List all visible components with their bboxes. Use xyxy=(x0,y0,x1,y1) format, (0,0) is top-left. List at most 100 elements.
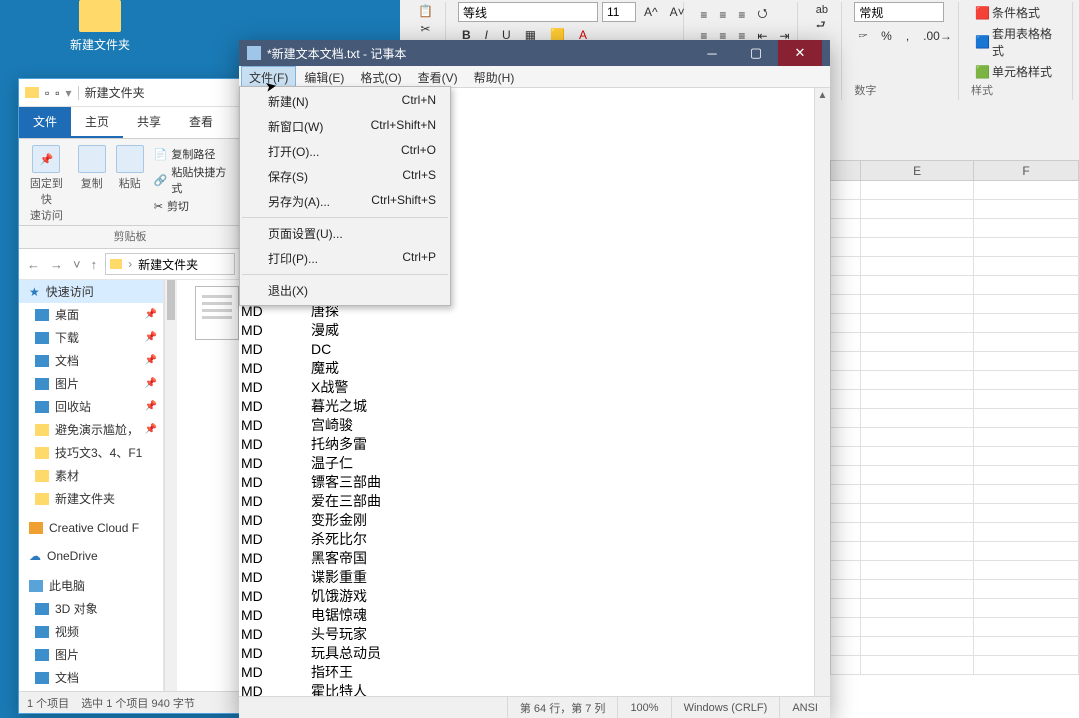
nav-documents[interactable]: 文档📌 xyxy=(19,349,163,372)
menu-item[interactable]: 打开(O)...Ctrl+O xyxy=(240,139,450,164)
paste-button[interactable]: 📋 xyxy=(414,2,437,20)
folder-icon xyxy=(35,424,49,436)
conditional-format-button[interactable]: 🟥 条件格式 xyxy=(971,2,1044,23)
nav-folder[interactable]: 新建文件夹 xyxy=(19,487,163,510)
scissors-icon: ✂ xyxy=(154,200,163,213)
align-top-icon[interactable]: ≡ xyxy=(696,2,711,27)
copy-path-button[interactable]: 📄复制路径 xyxy=(154,145,235,163)
increase-font-icon[interactable]: A^ xyxy=(640,2,662,22)
notepad-icon xyxy=(247,46,261,60)
minimize-button[interactable]: ─ xyxy=(690,40,734,66)
back-button[interactable]: ← xyxy=(25,257,42,272)
folder-icon xyxy=(35,447,49,459)
nav-documents2[interactable]: 文档 xyxy=(19,666,163,689)
text-line: MD霍比特人 xyxy=(241,682,812,696)
percent-icon[interactable]: % xyxy=(877,26,896,45)
tab-share[interactable]: 共享 xyxy=(123,107,175,138)
menu-help[interactable]: 帮助(H) xyxy=(466,66,523,87)
pin-button[interactable]: 📌 固定到快 速访问 xyxy=(25,145,68,223)
nav-downloads[interactable]: 下载📌 xyxy=(19,326,163,349)
qat-icon[interactable]: ▫ xyxy=(55,86,59,100)
tab-file[interactable]: 文件 xyxy=(19,107,71,138)
quick-access[interactable]: ★快速访问 xyxy=(19,280,163,303)
nav-3d[interactable]: 3D 对象 xyxy=(19,597,163,620)
file-item[interactable] xyxy=(195,286,239,344)
orientation-icon[interactable]: ⭯ xyxy=(753,2,771,27)
number-format-select[interactable] xyxy=(854,2,944,22)
nav-folder[interactable]: 避免演示尴尬，📌 xyxy=(19,418,163,441)
col-header[interactable]: E xyxy=(861,161,974,181)
up-button[interactable]: ↑ xyxy=(89,257,100,272)
text-line: MD宫崎骏 xyxy=(241,416,812,435)
notepad-window: *新建文本文档.txt - 记事本 ─ ▢ ✕ 文件(F) 编辑(E) 格式(O… xyxy=(239,40,830,718)
menu-item[interactable]: 保存(S)Ctrl+S xyxy=(240,164,450,189)
cut-icon[interactable]: ✂ xyxy=(416,20,434,38)
history-dropdown[interactable]: ˅ xyxy=(71,257,83,272)
desktop-folder[interactable]: 新建文件夹 xyxy=(60,0,140,53)
notepad-title: *新建文本文档.txt - 记事本 xyxy=(267,45,406,62)
align-bot-icon[interactable]: ≡ xyxy=(734,2,749,27)
paste-button[interactable]: 粘贴 xyxy=(116,145,144,223)
menu-view[interactable]: 查看(V) xyxy=(410,66,466,87)
nav-folder[interactable]: 技巧文3、4、F1 xyxy=(19,441,163,464)
align-mid-icon[interactable]: ≡ xyxy=(715,2,730,27)
font-size-select[interactable] xyxy=(602,2,636,22)
menu-edit[interactable]: 编辑(E) xyxy=(296,66,352,87)
nav-onedrive[interactable]: ☁OneDrive xyxy=(19,546,163,566)
font-name-select[interactable] xyxy=(458,2,598,22)
inc-decimal-icon[interactable]: .00→ xyxy=(919,26,956,45)
copy-button[interactable]: 复制 xyxy=(78,145,106,223)
nav-scrollbar[interactable] xyxy=(164,280,177,710)
nav-folder[interactable]: 素材 xyxy=(19,464,163,487)
nav-creative-cloud[interactable]: Creative Cloud F xyxy=(19,518,163,538)
text-line: MD指环王 xyxy=(241,663,812,682)
decrease-font-icon[interactable]: A˅ xyxy=(666,2,689,22)
group-number-label: 数字 xyxy=(854,82,876,98)
status-selection: 选中 1 个项目 940 字节 xyxy=(81,695,195,711)
nav-thispc[interactable]: 此电脑 xyxy=(19,574,163,597)
menu-item[interactable]: 另存为(A)...Ctrl+Shift+S xyxy=(240,189,450,214)
currency-icon[interactable]: 🖙 xyxy=(854,26,871,45)
notepad-titlebar[interactable]: *新建文本文档.txt - 记事本 ─ ▢ ✕ xyxy=(239,40,830,66)
tab-view[interactable]: 查看 xyxy=(175,107,227,138)
notepad-statusbar: 第 64 行，第 7 列 100% Windows (CRLF) ANSI xyxy=(239,696,830,718)
close-button[interactable]: ✕ xyxy=(778,40,822,66)
nav-recycle[interactable]: 回收站📌 xyxy=(19,395,163,418)
text-line: MD头号玩家 xyxy=(241,625,812,644)
vertical-scrollbar[interactable]: ▲ xyxy=(814,88,830,696)
nav-videos[interactable]: 视频 xyxy=(19,620,163,643)
col-header[interactable]: F xyxy=(974,161,1079,181)
pictures-icon xyxy=(35,378,49,390)
nav-desktop[interactable]: 桌面📌 xyxy=(19,303,163,326)
scroll-up-icon[interactable]: ▲ xyxy=(815,88,830,104)
menu-item[interactable]: 页面设置(U)... xyxy=(240,221,450,246)
menu-item[interactable]: 退出(X) xyxy=(240,278,450,303)
status-item-count: 1 个项目 xyxy=(27,695,69,711)
tab-home[interactable]: 主页 xyxy=(71,107,123,138)
files-area[interactable] xyxy=(177,280,241,710)
folder-icon xyxy=(79,0,121,32)
text-line: MD变形金刚 xyxy=(241,511,812,530)
window-title: 新建文件夹 xyxy=(85,84,145,101)
qat-icon[interactable]: ▫ xyxy=(45,86,49,100)
mouse-cursor-icon: ➤ xyxy=(264,77,279,96)
menu-item[interactable]: 打印(P)...Ctrl+P xyxy=(240,246,450,271)
breadcrumb[interactable]: › 新建文件夹 xyxy=(105,253,235,275)
cut-button[interactable]: ✂剪切 xyxy=(154,197,235,215)
path-icon: 📄 xyxy=(154,148,168,161)
excel-grid[interactable]: EF xyxy=(830,160,1079,718)
nav-pictures[interactable]: 图片📌 xyxy=(19,372,163,395)
nav-pictures2[interactable]: 图片 xyxy=(19,643,163,666)
forward-button[interactable]: → xyxy=(48,257,65,272)
table-format-button[interactable]: 🟦 套用表格格式 xyxy=(971,23,1064,61)
explorer-titlebar[interactable]: ▫ ▫ ▾ 新建文件夹 xyxy=(19,79,241,107)
wrap-text-icon[interactable]: ab⮐ xyxy=(812,2,832,37)
cell-style-button[interactable]: 🟩 单元格样式 xyxy=(971,61,1056,82)
maximize-button[interactable]: ▢ xyxy=(734,40,778,66)
folder-icon xyxy=(35,470,49,482)
status-zoom: 100% xyxy=(617,697,670,718)
menu-item[interactable]: 新窗口(W)Ctrl+Shift+N xyxy=(240,114,450,139)
comma-icon[interactable]: , xyxy=(902,26,913,45)
paste-shortcut-button[interactable]: 🔗粘贴快捷方式 xyxy=(154,163,235,197)
menu-format[interactable]: 格式(O) xyxy=(352,66,409,87)
